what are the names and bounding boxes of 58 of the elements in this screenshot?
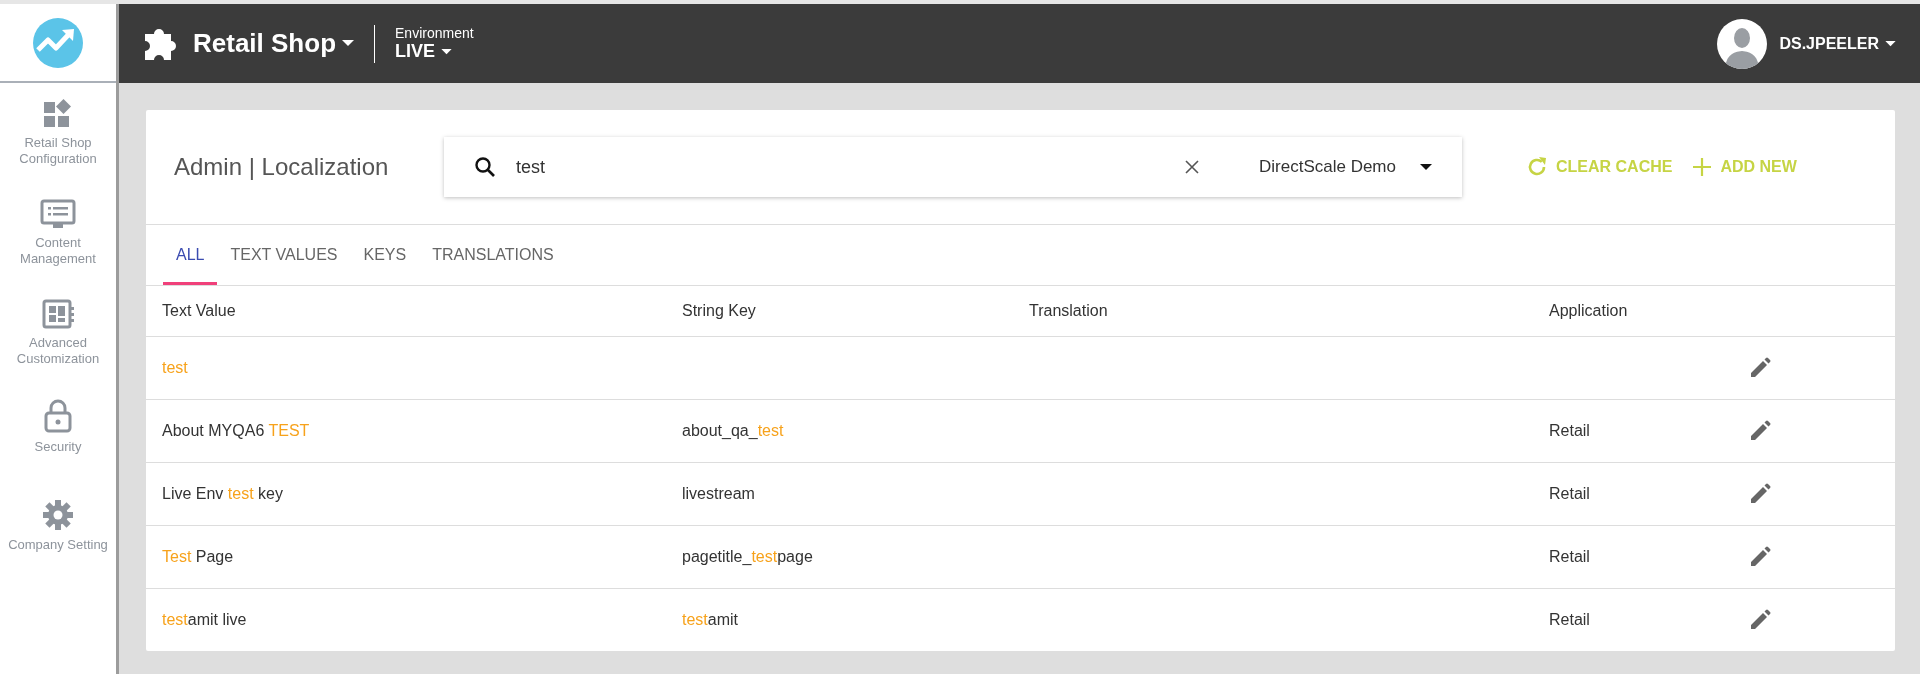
table-cell-text: about_qa_test [682, 422, 785, 440]
refresh-icon [1526, 156, 1548, 178]
edit-icon[interactable] [1749, 609, 1771, 631]
column-header: String Key [682, 302, 757, 320]
table-cell-text: pagetitle_testpage [682, 548, 814, 566]
environment-label: Environment [395, 25, 474, 41]
caret-icon [1420, 163, 1432, 171]
plus-icon [1692, 157, 1713, 177]
sidebar-item[interactable]: Content Management [0, 199, 116, 299]
search-field[interactable]: test DirectScale Demo [444, 137, 1462, 197]
sidebar-label: Company Setting [8, 537, 108, 553]
app-switcher[interactable]: Retail Shop [193, 28, 354, 59]
tab[interactable]: TRANSLATIONS [419, 228, 567, 285]
logo-icon [32, 16, 84, 69]
environment-dropdown[interactable]: LIVE [395, 41, 474, 62]
table-cell-text: test [162, 359, 189, 377]
avatar-icon [1717, 18, 1768, 69]
sidebar-label: Security [34, 439, 82, 455]
tab[interactable]: KEYS [350, 228, 420, 285]
edit-icon[interactable] [1749, 546, 1771, 568]
widgets-icon [43, 99, 73, 129]
table-cell-text: Retail [1549, 422, 1591, 440]
tab[interactable]: TEXT VALUES [217, 228, 351, 285]
edit-icon[interactable] [1749, 483, 1771, 505]
sidebar-item[interactable]: Security [0, 399, 116, 499]
lock-icon [44, 399, 72, 433]
search-icon [474, 156, 496, 178]
caret-icon [342, 40, 354, 47]
table-cell-text: About MYQA6 TEST [162, 422, 311, 440]
dashboard-icon [42, 299, 74, 329]
edit-icon[interactable] [1749, 357, 1771, 379]
column-header: Application [1549, 302, 1629, 320]
table-cell-text: Retail [1549, 611, 1591, 629]
table-cell-text: livestream [682, 485, 756, 503]
monitor-icon [40, 199, 76, 229]
table-cell-text: testamit live [162, 611, 248, 629]
table-cell-text: testamit [682, 611, 740, 629]
column-header: Translation [1029, 302, 1109, 320]
table-cell-text: Retail [1549, 485, 1591, 503]
company-dropdown[interactable]: DirectScale Demo [1259, 157, 1432, 177]
sidebar-label: Retail Shop Configuration [18, 135, 98, 167]
sidebar-item[interactable]: Retail Shop Configuration [0, 99, 116, 199]
edit-icon[interactable] [1749, 420, 1771, 442]
caret-icon [1885, 40, 1896, 47]
settings-icon [42, 499, 74, 531]
table-cell-text: Test Page [162, 548, 235, 566]
close-icon[interactable] [1185, 160, 1199, 174]
sidebar-label: Content Management [19, 235, 97, 267]
sidebar-label: Advanced Customization [15, 335, 101, 367]
column-header: Text Value [162, 302, 237, 320]
table-cell-text: Live Env test key [162, 485, 284, 503]
tab[interactable]: ALL [163, 228, 218, 285]
sidebar-item[interactable]: Advanced Customization [0, 299, 116, 399]
caret-icon [441, 48, 453, 55]
sidebar-item[interactable]: Company Setting [0, 499, 116, 599]
user-menu[interactable]: DS.JPEELER [1779, 34, 1896, 53]
table-cell-text: Retail [1549, 548, 1591, 566]
page-title: Admin | Localization [174, 153, 390, 181]
